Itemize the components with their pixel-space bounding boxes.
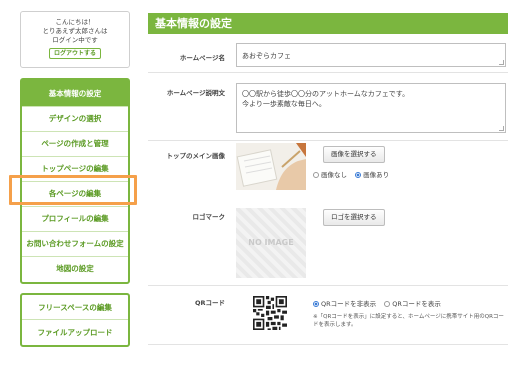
radio-no-image[interactable]: 画像なし: [313, 171, 347, 179]
main-panel: 基本情報の設定 ホームページ名 あおぞらカフェ ホームページ説明文 〇〇駅から徒…: [148, 13, 508, 345]
greeting-line: ログイン中です: [52, 36, 98, 44]
greeting-line: こんにちは！: [55, 18, 95, 26]
sidebar-menu: 基本情報の設定 デザインの選択 ページの作成と管理 トップページの編集 各ページ…: [20, 78, 130, 284]
qr-row: QRコード QRコードを非表示 QRコードを表示 ※「QRコードを表示」に設定す…: [148, 289, 508, 345]
homepage-name-label: ホームページ名: [179, 54, 225, 62]
sidebar-menu-secondary: フリースペースの編集 ファイルアップロード: [20, 293, 130, 347]
qr-note: ※「QRコードを表示」に設定すると、ホームページに携帯サイト用のQRコードを表示…: [313, 314, 504, 328]
radio-with-image[interactable]: 画像あり: [355, 171, 389, 179]
radio-qr-hide-label: QRコードを非表示: [321, 300, 377, 308]
resize-handle-icon[interactable]: [499, 60, 504, 65]
sidebar-item-file-upload[interactable]: ファイルアップロード: [22, 320, 128, 345]
logo-label: ロゴマーク: [192, 213, 226, 221]
sidebar-item-each-page[interactable]: 各ページの編集: [22, 182, 128, 207]
qr-code-icon: [253, 296, 287, 330]
homepage-name-row: ホームページ名 あおぞらカフェ: [148, 37, 508, 73]
sidebar-item-profile[interactable]: プロフィールの編集: [22, 207, 128, 232]
radio-unchecked-icon: [384, 301, 391, 307]
page-title: 基本情報の設定: [148, 13, 508, 34]
homepage-desc-line: 今より一歩素敵な毎日へ。: [242, 100, 326, 108]
sidebar-item-pages[interactable]: ページの作成と管理: [22, 132, 128, 157]
radio-qr-hide[interactable]: QRコードを非表示: [313, 300, 376, 308]
logo-placeholder: NO IMAGE: [236, 208, 306, 278]
main-image-radio-group: 画像なし 画像あり: [313, 169, 395, 179]
radio-checked-icon: [355, 172, 362, 178]
greeting-box: こんにちは！ とりあえず太郎さんは ログイン中です ログアウトする: [20, 11, 130, 68]
logout-button[interactable]: ログアウトする: [49, 48, 101, 59]
homepage-desc-label: ホームページ説明文: [166, 89, 225, 97]
sidebar-item-map[interactable]: 地図の設定: [22, 257, 128, 282]
sidebar-item-contact-form[interactable]: お問い合わせフォームの設定: [22, 232, 128, 257]
sidebar-item-top-page[interactable]: トップページの編集: [22, 157, 128, 182]
select-image-button[interactable]: 画像を選択する: [323, 146, 385, 163]
qr-radio-group: QRコードを非表示 QRコードを表示: [313, 298, 447, 308]
radio-with-image-label: 画像あり: [363, 171, 390, 179]
homepage-desc-line: 〇〇駅から徒歩〇〇分のアットホームなカフェです。: [242, 90, 410, 98]
resize-handle-icon[interactable]: [499, 126, 504, 131]
radio-qr-show-label: QRコードを表示: [392, 300, 441, 308]
homepage-name-input[interactable]: あおぞらカフェ: [236, 43, 506, 67]
radio-no-image-label: 画像なし: [321, 171, 347, 179]
main-image-thumbnail: [236, 143, 306, 190]
select-logo-button[interactable]: ロゴを選択する: [323, 209, 385, 226]
greeting-line: とりあえず太郎さんは: [42, 27, 108, 35]
main-image-label: トップのメイン画像: [166, 152, 226, 160]
radio-unchecked-icon: [313, 172, 319, 178]
sidebar-item-design[interactable]: デザインの選択: [22, 107, 128, 132]
main-image-row: トップのメイン画像 画像を選択する 画像なし 画像あり: [148, 143, 508, 201]
notebook-photo-icon: [236, 143, 306, 190]
sidebar-item-basic-settings[interactable]: 基本情報の設定: [22, 80, 128, 107]
qr-label: QRコード: [194, 299, 225, 307]
homepage-name-value: あおぞらカフェ: [242, 52, 291, 60]
radio-checked-icon: [313, 301, 319, 307]
sidebar-item-free-space[interactable]: フリースペースの編集: [22, 295, 128, 320]
radio-qr-show[interactable]: QRコードを表示: [384, 300, 441, 308]
logo-row: ロゴマーク NO IMAGE ロゴを選択する: [148, 203, 508, 286]
homepage-desc-textarea[interactable]: 〇〇駅から徒歩〇〇分のアットホームなカフェです。 今より一歩素敵な毎日へ。: [236, 83, 506, 133]
homepage-desc-row: ホームページ説明文 〇〇駅から徒歩〇〇分のアットホームなカフェです。 今より一歩…: [148, 75, 508, 141]
